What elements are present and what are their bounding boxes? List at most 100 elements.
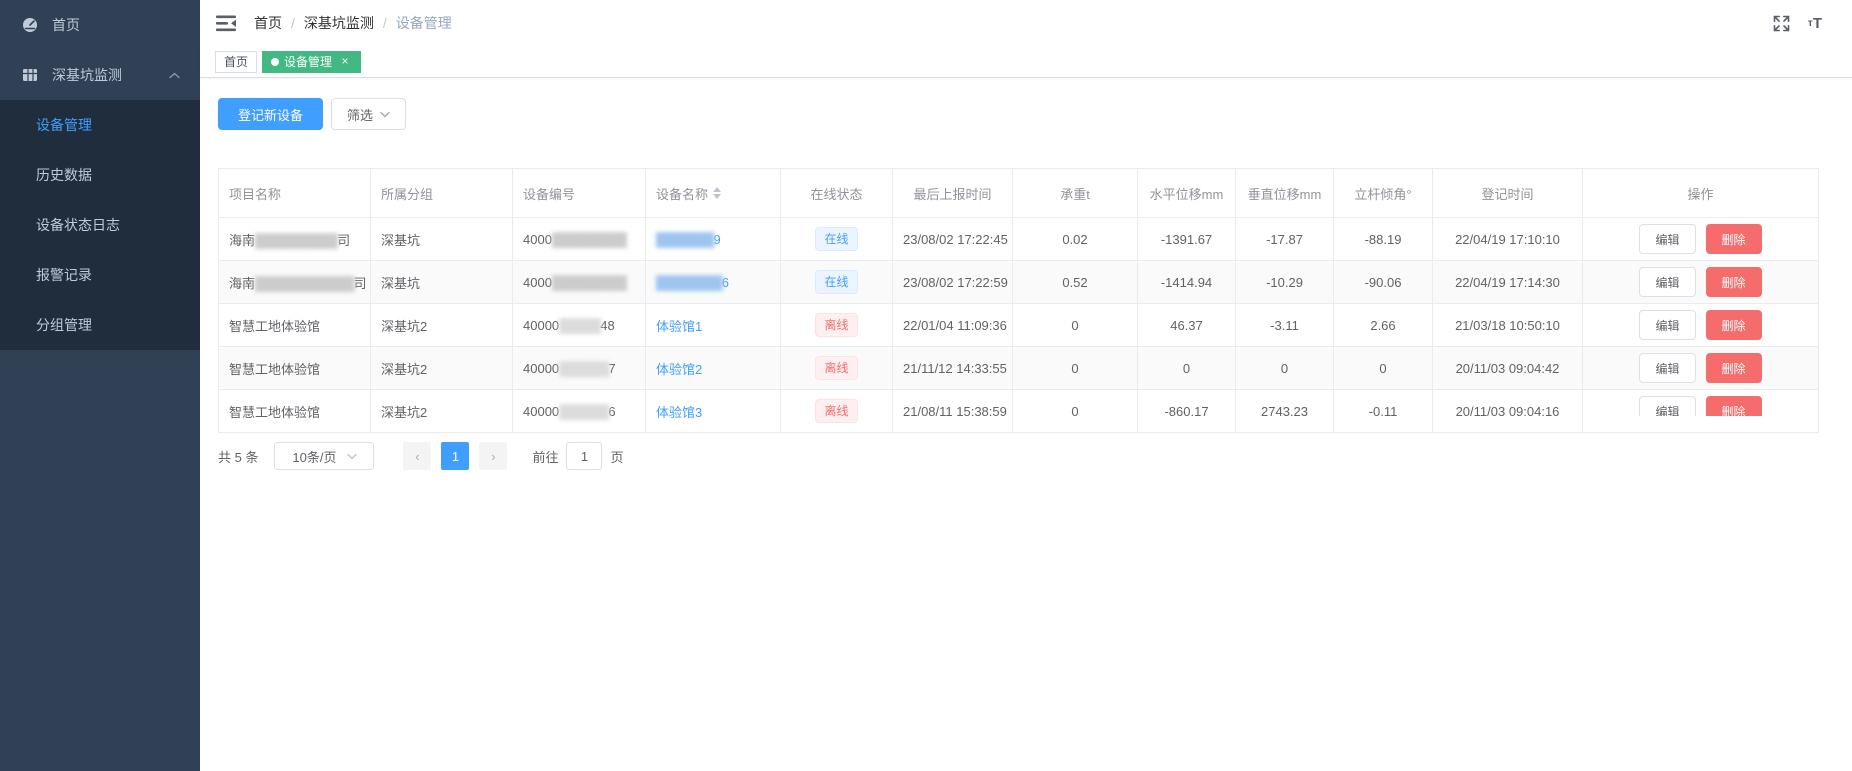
fullscreen-icon[interactable] <box>1773 15 1790 32</box>
device-name-link[interactable]: ████████6 <box>656 275 729 290</box>
goto-page-input[interactable] <box>566 442 602 470</box>
group-cell: 深基坑 <box>371 218 513 261</box>
status-cell: 离线 <box>781 347 893 390</box>
sidebar-item-label: 深基坑监测 <box>52 65 122 85</box>
close-icon[interactable]: × <box>338 55 352 69</box>
device-name-link[interactable]: ███████9 <box>656 232 721 247</box>
project-cell: 智慧工地体验馆 <box>219 304 371 347</box>
v_disp-cell: 2743.23 <box>1236 390 1334 433</box>
device_name-cell: 体验馆2 <box>646 347 781 390</box>
pagination-total: 共 5 条 <box>218 447 258 466</box>
navbar-right: тT <box>1773 15 1836 32</box>
device_no-cell: 4000█████████ <box>513 261 646 304</box>
tag-home[interactable]: 首页 <box>215 51 257 73</box>
pagination: 共 5 条 10条/页 ‹ 1 › 前往 页 <box>218 442 1818 470</box>
delete-button[interactable]: 删除 <box>1706 310 1762 340</box>
sidebar-submenu: 设备管理 历史数据 设备状态日志 报警记录 分组管理 <box>0 100 200 350</box>
app-window: 首页 深基坑监测 设备管理 历史数据 设备状态日志 <box>0 0 1852 771</box>
column-header-status: 在线状态 <box>781 169 893 218</box>
sidebar-item-alarm-records[interactable]: 报警记录 <box>0 250 200 300</box>
last_report-cell: 21/11/12 14:33:55 <box>893 347 1013 390</box>
device_no-cell: 4000█████████ <box>513 218 646 261</box>
device_no-cell: 40000█████48 <box>513 304 646 347</box>
device-name-link[interactable]: 体验馆2 <box>656 362 702 377</box>
redacted-text: █████████ <box>552 275 626 290</box>
edit-button[interactable]: 编辑 <box>1639 353 1695 383</box>
sort-icon[interactable] <box>713 187 721 199</box>
group-cell: 深基坑2 <box>371 390 513 433</box>
page-content: 登记新设备 筛选 项目名称所属分组设备编号设备名称在线状态最后上报时间承重t水平… <box>200 78 1852 771</box>
table-row: 海南████████████司深基坑4000█████████████████6… <box>219 261 1819 304</box>
status-badge: 在线 <box>815 227 857 251</box>
register-device-button[interactable]: 登记新设备 <box>218 98 323 130</box>
redacted-text: █████ <box>559 318 600 333</box>
redacted-text: ██████ <box>559 361 608 376</box>
chevron-up-icon <box>169 72 180 79</box>
column-header-device_name[interactable]: 设备名称 <box>646 169 781 218</box>
tag-device-management[interactable]: 设备管理 × <box>262 51 361 73</box>
main-area: 首页 / 深基坑监测 / 设备管理 тT <box>200 0 1852 771</box>
tilt-cell: 0 <box>1334 347 1433 390</box>
status-cell: 在线 <box>781 261 893 304</box>
redacted-text: ███████ <box>656 232 713 247</box>
font-size-icon[interactable]: тT <box>1808 15 1822 32</box>
last_report-cell: 22/01/04 11:09:36 <box>893 304 1013 347</box>
device_name-cell: ████████6 <box>646 261 781 304</box>
sidebar-item-device-status-log[interactable]: 设备状态日志 <box>0 200 200 250</box>
column-header-load: 承重t <box>1013 169 1138 218</box>
delete-button[interactable]: 删除 <box>1706 224 1762 254</box>
h_disp-cell: -1391.67 <box>1138 218 1236 261</box>
last_report-cell: 21/08/11 15:38:59 <box>893 390 1013 433</box>
table-row: 海南██████████司深基坑4000████████████████9在线2… <box>219 218 1819 261</box>
reg_time-cell: 20/11/03 09:04:16 <box>1433 390 1583 433</box>
last_report-cell: 23/08/02 17:22:45 <box>893 218 1013 261</box>
active-dot-icon <box>271 58 279 66</box>
table-icon <box>22 67 38 83</box>
breadcrumb-monitor[interactable]: 深基坑监测 <box>304 13 374 33</box>
redacted-text: ████████ <box>656 275 722 290</box>
sidebar-item-device-management[interactable]: 设备管理 <box>0 100 200 150</box>
page-size-select[interactable]: 10条/页 <box>274 442 374 470</box>
device_name-cell: 体验馆3 <box>646 390 781 433</box>
v_disp-cell: 0 <box>1236 347 1334 390</box>
page-number-button[interactable]: 1 <box>441 442 469 470</box>
last_report-cell: 23/08/02 17:22:59 <box>893 261 1013 304</box>
column-header-v_disp: 垂直位移mm <box>1236 169 1334 218</box>
sidebar: 首页 深基坑监测 设备管理 历史数据 设备状态日志 <box>0 0 200 771</box>
goto-label: 前往 <box>532 447 558 466</box>
hamburger-icon[interactable] <box>216 14 238 32</box>
redacted-text: ██████ <box>559 404 608 419</box>
column-header-last_report: 最后上报时间 <box>893 169 1013 218</box>
v_disp-cell: -10.29 <box>1236 261 1334 304</box>
sidebar-item-group-management[interactable]: 分组管理 <box>0 300 200 350</box>
device-name-link[interactable]: 体验馆3 <box>656 405 702 420</box>
sidebar-item-home[interactable]: 首页 <box>0 0 200 50</box>
next-page-button[interactable]: › <box>479 442 507 470</box>
redacted-text: █████████ <box>552 232 626 247</box>
reg_time-cell: 21/03/18 10:50:10 <box>1433 304 1583 347</box>
actions-cell: 编辑删除 <box>1583 218 1819 261</box>
device-name-link[interactable]: 体验馆1 <box>656 319 702 334</box>
breadcrumb-home[interactable]: 首页 <box>254 13 282 33</box>
tags-bar: 首页 设备管理 × <box>200 46 1852 78</box>
delete-button[interactable]: 删除 <box>1706 353 1762 383</box>
reg_time-cell: 22/04/19 17:10:10 <box>1433 218 1583 261</box>
project-cell: 智慧工地体验馆 <box>219 390 371 433</box>
filter-button[interactable]: 筛选 <box>331 98 406 130</box>
status-cell: 在线 <box>781 218 893 261</box>
delete-button[interactable]: 删除 <box>1706 267 1762 297</box>
chevron-down-icon <box>347 453 357 460</box>
edit-button[interactable]: 编辑 <box>1639 267 1695 297</box>
sidebar-item-monitor[interactable]: 深基坑监测 <box>0 50 200 100</box>
edit-button[interactable]: 编辑 <box>1639 310 1695 340</box>
status-cell: 离线 <box>781 304 893 347</box>
reg_time-cell: 20/11/03 09:04:42 <box>1433 347 1583 390</box>
device_no-cell: 40000██████6 <box>513 390 646 433</box>
edit-button[interactable]: 编辑 <box>1639 224 1695 254</box>
v_disp-cell: -3.11 <box>1236 304 1334 347</box>
device_name-cell: 体验馆1 <box>646 304 781 347</box>
tilt-cell: -90.06 <box>1334 261 1433 304</box>
prev-page-button[interactable]: ‹ <box>403 442 431 470</box>
column-header-actions: 操作 <box>1583 169 1819 218</box>
sidebar-item-history-data[interactable]: 历史数据 <box>0 150 200 200</box>
